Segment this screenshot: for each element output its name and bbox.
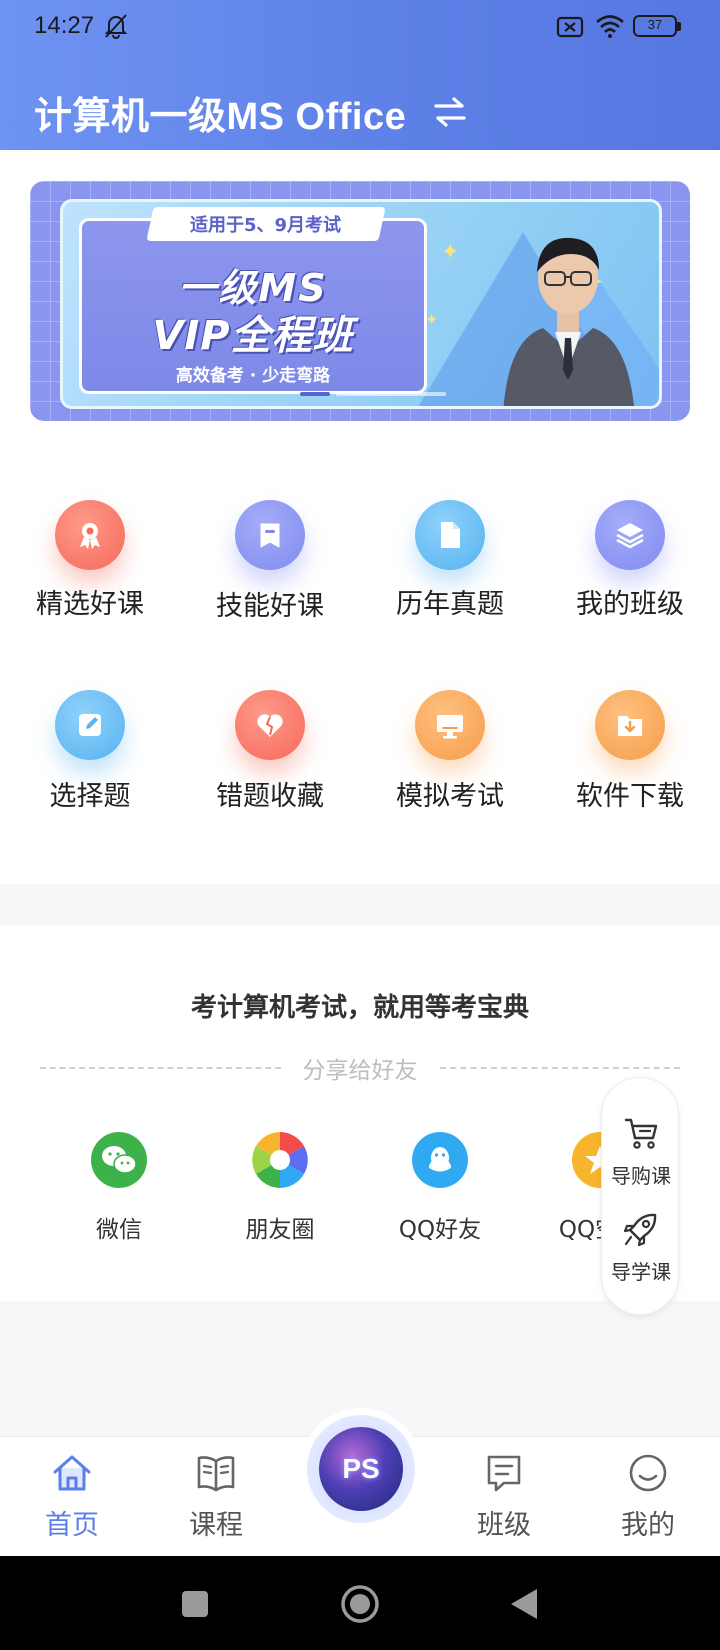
banner-image: 适用于5、9月考试 一级MS VIP全程班 高效备考 · 少走弯路 ✦ ✦ ✦ <box>60 199 662 409</box>
document-icon <box>441 522 460 548</box>
nav-label: 我的 <box>621 1510 675 1541</box>
grid-label: 我的班级 <box>576 589 684 620</box>
status-bar: 14:27 37 <box>0 0 720 54</box>
recents-icon[interactable] <box>173 1582 217 1626</box>
grid-item-mock-exam[interactable]: 模拟考试 <box>374 690 524 860</box>
teacher-photo <box>503 237 634 406</box>
share-label: QQ好友 <box>398 1217 482 1243</box>
share-qq-button[interactable]: QQ好友 <box>380 1132 500 1243</box>
icon-circle <box>55 690 125 760</box>
grid-label: 软件下载 <box>576 781 684 812</box>
nav-label: 班级 <box>477 1510 531 1541</box>
nav-class[interactable]: 班级 <box>432 1437 572 1557</box>
icon-circle <box>415 690 485 760</box>
grid-item-featured-courses[interactable]: 精选好课 <box>14 500 164 670</box>
page-title[interactable]: 计算机一级MS Office <box>34 85 406 140</box>
grid-label: 技能好课 <box>216 591 324 622</box>
grid-label: 历年真题 <box>396 589 504 620</box>
icon-circle <box>55 500 125 570</box>
monitor-icon <box>437 715 463 739</box>
icon-circle <box>235 690 305 760</box>
bookmark-icon <box>260 523 280 548</box>
guide-purchase-button[interactable]: 导购课 <box>602 1106 680 1206</box>
guide-learning-button[interactable]: 导学课 <box>602 1202 680 1302</box>
banner-section: 适用于5、9月考试 一级MS VIP全程班 高效备考 · 少走弯路 ✦ ✦ ✦ <box>0 150 720 450</box>
nav-label: 课程 <box>189 1510 243 1541</box>
chat-list-icon <box>487 1455 521 1492</box>
floating-guide-panel: 导购课 导学课 <box>601 1077 679 1315</box>
share-label: 朋友圈 <box>245 1217 315 1243</box>
icon-circle <box>595 690 665 760</box>
icon-circle <box>415 500 485 570</box>
rocket-icon <box>623 1213 657 1247</box>
grid-item-software-download[interactable]: 软件下载 <box>554 690 704 860</box>
share-divider-text: 分享给好友 <box>302 1058 418 1084</box>
icon-circle <box>235 500 305 570</box>
grid-label: 错题收藏 <box>216 781 324 812</box>
title-row: 计算机一级MS Office <box>34 84 468 140</box>
layers-icon <box>616 523 644 549</box>
share-slogan: 考计算机考试，就用等考宝典 <box>190 993 529 1023</box>
banner-card: 适用于5、9月考试 一级MS VIP全程班 高效备考 · 少走弯路 <box>79 207 427 394</box>
grid-item-my-class[interactable]: 我的班级 <box>554 500 704 670</box>
wechat-icon <box>91 1132 147 1188</box>
nav-label: 首页 <box>45 1510 99 1541</box>
home-circle-icon[interactable] <box>338 1582 382 1626</box>
mute-icon <box>104 14 128 39</box>
ps-label: PS <box>342 1453 380 1484</box>
nav-home[interactable]: 首页 <box>0 1437 140 1557</box>
app-header: 14:27 37 计算机一级MS Office <box>0 0 720 150</box>
nav-mine[interactable]: 我的 <box>576 1437 716 1557</box>
switch-subject-icon[interactable] <box>432 96 468 128</box>
grid-item-mistakes-favorites[interactable]: 错题收藏 <box>194 690 344 860</box>
moments-icon <box>252 1132 308 1188</box>
promo-banner[interactable]: 适用于5、9月考试 一级MS VIP全程班 高效备考 · 少走弯路 ✦ ✦ ✦ <box>30 181 690 421</box>
home-icon <box>53 1455 91 1491</box>
status-time: 14:27 <box>34 12 95 39</box>
download-folder-icon <box>618 716 642 736</box>
battery-icon: 37 <box>633 15 681 39</box>
grid-item-skill-courses[interactable]: 技能好课 <box>194 500 344 670</box>
grid-item-multiple-choice[interactable]: 选择题 <box>14 690 164 860</box>
grid-label: 模拟考试 <box>396 781 504 812</box>
battery-level: 37 <box>647 17 663 32</box>
banner-headline-2: VIP全程班 <box>152 313 354 359</box>
no-sim-icon <box>556 16 584 38</box>
share-moments-button[interactable]: 朋友圈 <box>220 1132 340 1243</box>
award-icon <box>80 523 100 549</box>
qq-icon <box>412 1132 468 1188</box>
pager-dot <box>300 392 330 396</box>
edit-icon <box>79 714 101 736</box>
sparkle-icon: ✦ <box>441 240 460 265</box>
grid-label: 选择题 <box>49 781 131 812</box>
share-divider: 分享给好友 <box>40 1053 680 1084</box>
banner-tag: 适用于5、9月考试 <box>146 207 386 241</box>
smile-icon <box>629 1454 667 1492</box>
system-nav-bar <box>0 1556 720 1650</box>
guide-learning-label: 导学课 <box>611 1260 671 1284</box>
guide-purchase-label: 导购课 <box>611 1164 671 1188</box>
center-ps-button[interactable]: PS <box>300 1408 422 1530</box>
back-icon[interactable] <box>503 1582 547 1626</box>
banner-subtitle: 高效备考 · 少走弯路 <box>175 366 331 386</box>
banner-pager <box>300 392 450 398</box>
share-label: 微信 <box>96 1217 142 1243</box>
ps-logo: PS <box>319 1427 403 1511</box>
nav-courses[interactable]: 课程 <box>144 1437 284 1557</box>
share-wechat-button[interactable]: 微信 <box>59 1132 179 1243</box>
icon-circle <box>595 500 665 570</box>
wifi-icon <box>596 15 624 38</box>
book-icon <box>197 1456 235 1492</box>
cart-icon <box>624 1118 658 1149</box>
grid-label: 精选好课 <box>36 589 144 620</box>
feature-grid: 精选好课 技能好课 历年真题 我的班级 选择题 错题收藏 模拟考试 软件下载 <box>0 450 720 884</box>
grid-item-past-exams[interactable]: 历年真题 <box>374 500 524 670</box>
heart-icon <box>257 714 283 737</box>
sparkle-icon: ✦ <box>425 310 439 329</box>
pager-dot <box>336 392 446 396</box>
